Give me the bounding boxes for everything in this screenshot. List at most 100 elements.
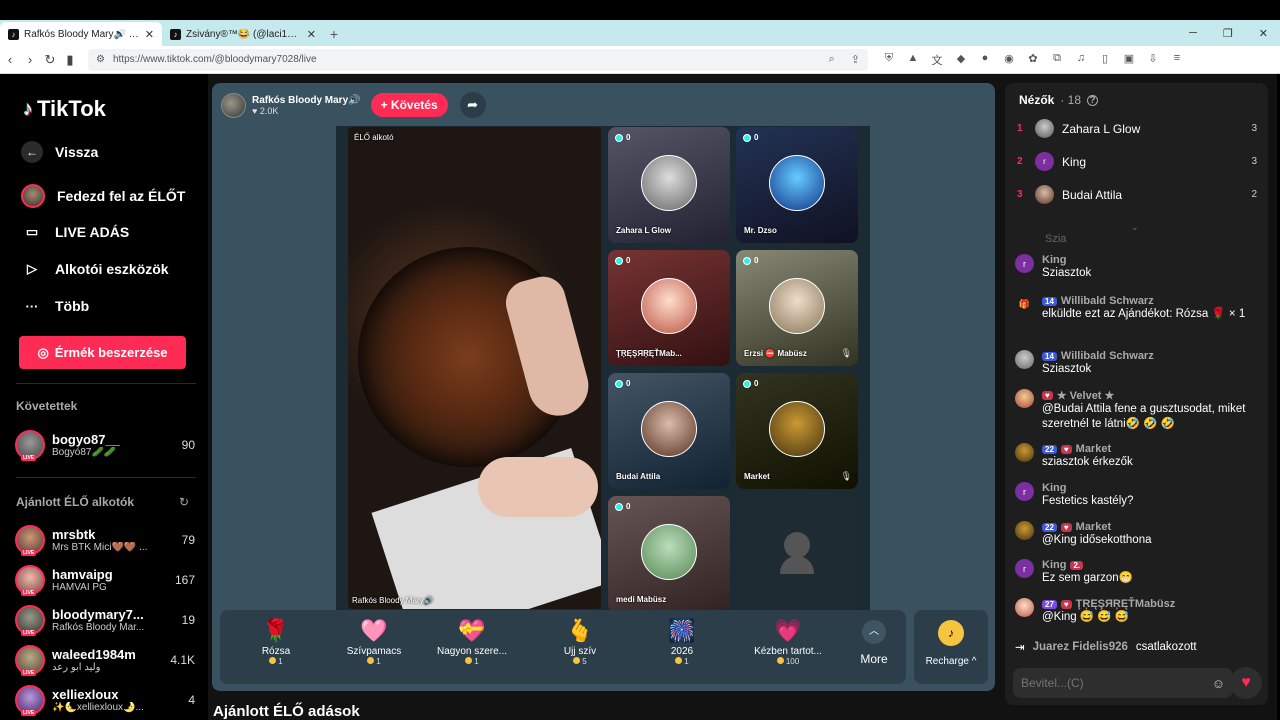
minimize-icon[interactable]: ─ xyxy=(1189,27,1197,40)
gift-item[interactable]: 💝 Nagyon szere... 1 xyxy=(422,616,522,666)
help-icon[interactable]: ? xyxy=(1087,94,1099,106)
viewer-count: 167 xyxy=(174,573,195,587)
guest-tile[interactable]: 0 ŢŖĘŞЯŖĘŤMab... xyxy=(608,250,730,366)
following-account[interactable]: LIVE bogyo87__ Bogyó87🥒🥒 90 xyxy=(15,430,195,461)
guest-tile[interactable]: 0 Market 🎙 xyxy=(736,373,858,489)
recharge-button[interactable]: ♪ Recharge ^ xyxy=(914,610,988,684)
avatar: LIVE xyxy=(15,605,45,636)
avatar: LIVE xyxy=(15,565,45,596)
extension-icon[interactable]: ● xyxy=(978,52,992,68)
recommended-account[interactable]: LIVE bloodymary7... Rafkós Bloody Mar... … xyxy=(15,605,195,636)
sidebar-icon[interactable]: ▯ xyxy=(1098,52,1112,68)
new-tab-icon[interactable]: + xyxy=(324,26,344,42)
shield-icon[interactable]: ⛨ xyxy=(882,52,896,68)
site-settings-icon[interactable]: ⚙ xyxy=(96,54,105,65)
puzzle-icon[interactable]: ⧉ xyxy=(1050,52,1064,68)
triangle-icon[interactable]: ▲ xyxy=(906,52,920,68)
viewer-count: 79 xyxy=(181,533,195,547)
zoom-icon[interactable]: ⌕ xyxy=(829,53,843,66)
url-field[interactable]: ⚙ https://www.tiktok.com/@bloodymary7028… xyxy=(88,48,868,71)
host-avatar[interactable] xyxy=(221,92,246,118)
guest-tile[interactable]: 0 Budai Attila xyxy=(608,373,730,489)
close-tab-icon[interactable]: ✕ xyxy=(307,28,316,41)
account-subtitle: Bogyó87🥒🥒 xyxy=(52,447,117,458)
refresh-icon[interactable]: ↻ xyxy=(179,495,189,509)
sidebar-item-live[interactable]: ▭ LIVE ADÁS xyxy=(21,221,129,243)
guest-name: medi Mabüsz xyxy=(616,595,667,604)
avatar[interactable] xyxy=(1015,521,1034,540)
emoji-icon[interactable]: ☺ xyxy=(1212,676,1225,691)
avatar[interactable] xyxy=(1015,598,1034,617)
avatar[interactable]: r xyxy=(1015,559,1034,578)
gift-item[interactable]: 🩷 Szívpamacs 1 xyxy=(324,616,424,666)
video-grid[interactable]: ÉLŐ alkotó Rafkós Bloody Mary🔊 0 Zahara … xyxy=(336,126,870,612)
gift-item[interactable]: 🌹 Rózsa 1 xyxy=(226,616,326,666)
chat-input[interactable] xyxy=(1021,676,1212,690)
more-gifts-button[interactable]: ︿ More xyxy=(852,620,896,666)
guest-name: Mr. Dzso xyxy=(744,226,777,235)
gift-item[interactable]: 💗 Kézben tartot... 100 xyxy=(738,616,838,666)
browser-tabbar: ♪ Rafkós Bloody Mary🔊 (@blo ✕ ♪ Zsivány®… xyxy=(0,20,1280,46)
top-viewer[interactable]: 1 Zahara L Glow 3 xyxy=(1017,119,1257,138)
music-icon[interactable]: ♫ xyxy=(1074,52,1088,68)
browser-tab[interactable]: ♪ Zsivány®™😂 (@laci1918) ÉLŐ adás ✕ xyxy=(162,22,324,46)
tiktok-logo[interactable]: ♪ TikTok xyxy=(23,96,106,122)
like-heart-button[interactable]: ♥ xyxy=(1230,667,1262,699)
menu-icon[interactable]: ≡ xyxy=(1170,52,1184,68)
close-window-icon[interactable]: ✕ xyxy=(1259,27,1268,40)
back-link[interactable]: ← Vissza xyxy=(21,141,98,163)
avatar xyxy=(1035,185,1054,204)
guest-avatar xyxy=(769,278,825,334)
guest-name: Market xyxy=(744,472,770,481)
guest-tile[interactable]: 0 Mr. Dzso xyxy=(736,127,858,243)
translate-icon[interactable]: 文 xyxy=(930,52,944,68)
top-viewer[interactable]: 3 Budai Attila 2 xyxy=(1017,185,1257,204)
close-tab-icon[interactable]: ✕ xyxy=(145,28,154,41)
recommended-account[interactable]: LIVE hamvaipg HAMVAI PG 167 xyxy=(15,565,195,596)
address-bar: ‹ › ↻ ▮ ⚙ https://www.tiktok.com/@bloody… xyxy=(0,46,1280,74)
restore-icon[interactable]: ❐ xyxy=(1223,27,1233,40)
recommended-account[interactable]: LIVE mrsbtk Mrs BTK Mici🤎🤎 ... 79 xyxy=(15,525,195,556)
sidebar-item-more[interactable]: ··· Több xyxy=(21,295,90,317)
follow-button[interactable]: + Követés xyxy=(370,93,448,117)
avatar[interactable] xyxy=(1015,443,1034,462)
guest-avatar xyxy=(769,401,825,457)
gift-count-icon xyxy=(615,502,623,511)
guest-tile[interactable]: 0 Erzsi ⛔ Mabüsz 🎙 xyxy=(736,250,858,366)
get-coins-button[interactable]: ◎ Érmék beszerzése xyxy=(19,336,186,369)
gift-item[interactable]: 🎆 2026 1 xyxy=(632,616,732,666)
avatar[interactable]: r xyxy=(1015,254,1034,273)
reload-icon[interactable]: ↻ xyxy=(40,52,60,68)
share-icon[interactable]: ➦ xyxy=(459,92,486,118)
chat-input-wrapper: ☺ xyxy=(1013,668,1233,698)
gift-count-icon xyxy=(615,256,623,265)
extension-icon[interactable]: ◉ xyxy=(1002,52,1016,68)
viewer-count: 4.1K xyxy=(170,653,195,667)
wallet-icon[interactable]: ▣ xyxy=(1122,52,1136,68)
avatar[interactable] xyxy=(1015,389,1034,408)
top-viewer[interactable]: 2 r King 3 xyxy=(1017,152,1257,171)
avatar[interactable]: r xyxy=(1015,482,1034,501)
recommended-account[interactable]: LIVE xelliexloux ✨🌜xelliexloux🌛... 4 xyxy=(15,685,195,716)
sidebar-item-creator-tools[interactable]: ▷ Alkotói eszközök xyxy=(21,258,169,280)
extension-icon[interactable]: ✿ xyxy=(1026,52,1040,68)
forward-icon[interactable]: › xyxy=(20,52,40,67)
host-name[interactable]: Rafkós Bloody Mary🔊 xyxy=(252,95,361,106)
back-icon[interactable]: ‹ xyxy=(0,52,20,67)
share-page-icon[interactable]: ⇪ xyxy=(851,53,868,66)
browser-tab-active[interactable]: ♪ Rafkós Bloody Mary🔊 (@blo ✕ xyxy=(0,22,162,46)
sidebar-item-explore-live[interactable]: Fedezd fel az ÉLŐT xyxy=(21,184,185,208)
recommended-account[interactable]: LIVE waleed1984m وليد ابو رعد 4.1K xyxy=(15,645,195,676)
empty-guest-slot[interactable] xyxy=(736,496,858,612)
extension-icons: ⛨ ▲ 文 ◆ ● ◉ ✿ ⧉ ♫ ▯ ▣ ⇩ ≡ xyxy=(882,52,1184,68)
extension-icon[interactable]: ◆ xyxy=(954,52,968,68)
account-name: mrsbtk xyxy=(52,527,96,542)
gift-item[interactable]: 🫰 Ujj szív 5 xyxy=(530,616,630,666)
guest-tile[interactable]: 0 medi Mabüsz xyxy=(608,496,730,612)
guest-tile[interactable]: 0 Zahara L Glow xyxy=(608,127,730,243)
download-icon[interactable]: ⇩ xyxy=(1146,52,1160,68)
bookmark-icon[interactable]: ▮ xyxy=(60,52,80,68)
avatar[interactable] xyxy=(1015,350,1034,369)
chevron-down-icon[interactable]: ⌄ xyxy=(1131,222,1139,233)
main-video[interactable]: ÉLŐ alkotó Rafkós Bloody Mary🔊 xyxy=(348,127,601,609)
